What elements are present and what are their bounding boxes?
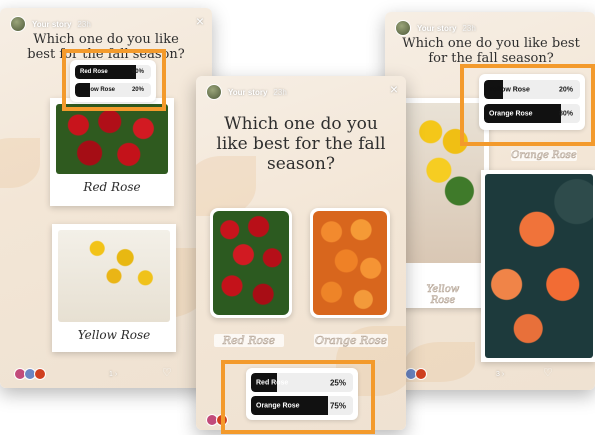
yellow-rose-label: Yellow Rose bbox=[415, 284, 471, 306]
avatar[interactable] bbox=[395, 20, 411, 36]
heart-icon[interactable]: ♡ bbox=[162, 366, 172, 379]
highlight-box bbox=[460, 64, 595, 146]
red-rose-photo bbox=[56, 104, 168, 174]
orange-rose-photo bbox=[485, 174, 593, 358]
viewer-avatar bbox=[34, 368, 46, 380]
red-rose-photo bbox=[213, 211, 289, 315]
photo-frame bbox=[481, 170, 595, 362]
yellow-rose-label: Yellow Rose bbox=[77, 328, 151, 342]
close-icon[interactable]: × bbox=[196, 14, 204, 28]
story-username[interactable]: Your story bbox=[32, 20, 71, 29]
viewers-row[interactable]: 3 › bbox=[395, 368, 504, 380]
avatar[interactable] bbox=[10, 16, 26, 32]
viewers-row[interactable]: 1 › bbox=[14, 368, 117, 380]
close-icon[interactable]: × bbox=[390, 82, 398, 96]
red-rose-label: Red Rose bbox=[83, 180, 141, 194]
story-time: 23h bbox=[273, 87, 287, 97]
highlight-box bbox=[62, 49, 166, 111]
photo-frame: Yellow Rose bbox=[52, 224, 176, 352]
photo-frame: Red Rose bbox=[50, 98, 174, 206]
avatar[interactable] bbox=[206, 84, 222, 100]
story-header: Your story 23h bbox=[10, 16, 91, 32]
poll-question: Which one do you like best for the fall … bbox=[216, 114, 386, 174]
orange-rose-label: Orange Rose bbox=[511, 150, 577, 162]
leaf-decoration bbox=[0, 138, 40, 188]
orange-rose-label: Orange Rose bbox=[314, 334, 388, 347]
orange-rose-photo bbox=[313, 211, 387, 315]
viewer-avatar bbox=[415, 368, 427, 380]
story-header: Your story 23h bbox=[395, 20, 476, 36]
poll-question: Which one do you like best for the fall … bbox=[402, 36, 580, 66]
photo-frame bbox=[210, 208, 292, 318]
story-time: 23h bbox=[462, 23, 476, 33]
heart-icon[interactable]: ♡ bbox=[543, 366, 553, 379]
yellow-rose-photo bbox=[58, 230, 170, 322]
story-header: Your story 23h bbox=[206, 84, 287, 100]
highlight-box bbox=[221, 360, 375, 434]
story-username[interactable]: Your story bbox=[417, 24, 456, 33]
viewers-count[interactable]: 3 › bbox=[496, 371, 504, 378]
story-time: 23h bbox=[77, 19, 91, 29]
story-username[interactable]: Your story bbox=[228, 88, 267, 97]
viewers-count[interactable]: 1 › bbox=[109, 371, 117, 378]
red-rose-label: Red Rose bbox=[214, 334, 284, 347]
photo-frame bbox=[310, 208, 390, 318]
